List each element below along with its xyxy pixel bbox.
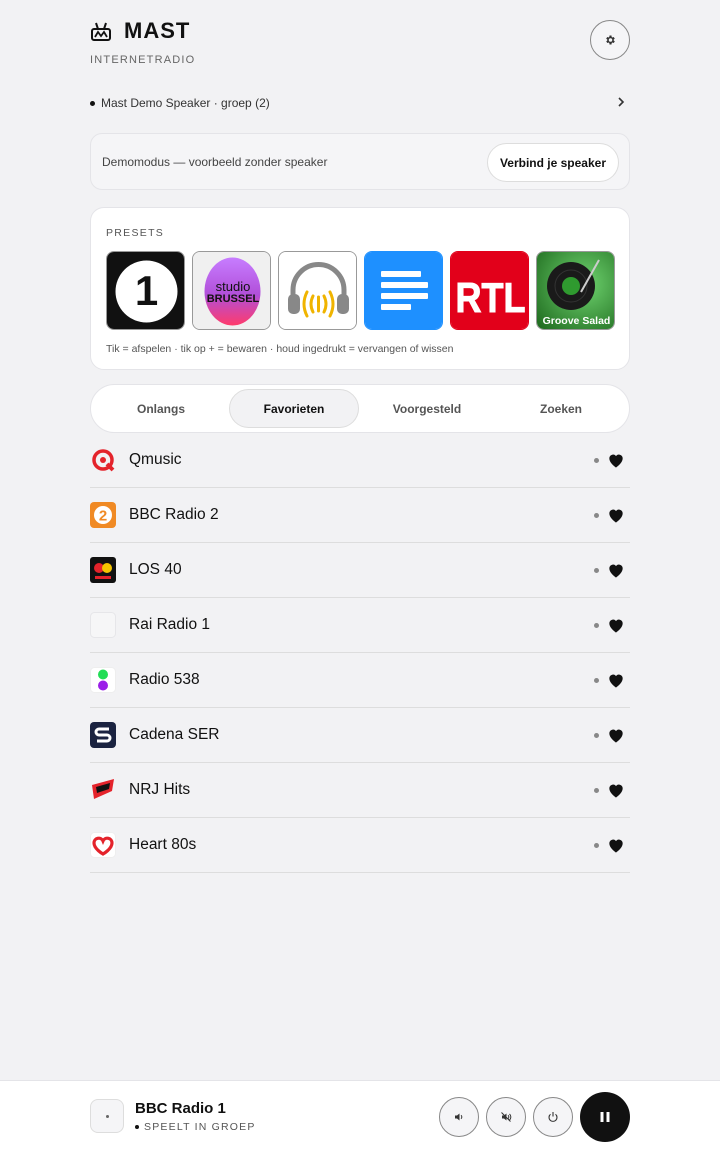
station-row[interactable]: 2 BBC Radio 2 xyxy=(90,488,630,543)
preset-tile-groove-salad[interactable]: Groove Salad xyxy=(536,251,615,330)
status-dot xyxy=(594,678,599,683)
station-row[interactable]: Cadena SER xyxy=(90,708,630,763)
station-name: NRJ Hits xyxy=(129,781,191,798)
tab-bar: Onlangs Favorieten Voorgesteld Zoeken xyxy=(90,384,630,433)
heart-80s-logo-icon xyxy=(90,832,116,858)
heart-icon[interactable] xyxy=(606,835,626,855)
station-name: Radio 538 xyxy=(129,671,200,688)
station-name: Heart 80s xyxy=(129,836,197,853)
cadena-ser-logo-icon xyxy=(90,722,116,748)
mute-icon xyxy=(501,1112,512,1122)
now-playing-title: BBC Radio 1 xyxy=(135,1100,226,1117)
volume-button[interactable] xyxy=(439,1097,479,1137)
app-header: MAST INTERNETRADIO xyxy=(90,18,630,68)
status-dot xyxy=(594,843,599,848)
heart-icon[interactable] xyxy=(606,560,626,580)
app-subtitle: INTERNETRADIO xyxy=(90,54,196,66)
status-dot xyxy=(594,623,599,628)
station-row[interactable]: Heart 80s xyxy=(90,818,630,873)
pause-icon xyxy=(600,1112,610,1122)
station-row[interactable]: Rai Radio 1 xyxy=(90,598,630,653)
station-row[interactable]: NRJ Hits xyxy=(90,763,630,818)
tab-recent[interactable]: Onlangs xyxy=(95,389,227,428)
status-dot xyxy=(594,458,599,463)
presets-card: PRESETS 1 studio BRUSSEL RTL Groove Sala… xyxy=(90,207,630,370)
tab-search[interactable]: Zoeken xyxy=(495,389,627,428)
status-dot xyxy=(90,100,95,106)
preset-logo-text: Groove Salad xyxy=(543,315,611,327)
bbc-radio-2-logo-icon: 2 xyxy=(90,502,116,528)
station-name: LOS 40 xyxy=(129,561,182,578)
radio-logo-icon xyxy=(91,22,111,41)
preset-tile-studio-brussel[interactable]: studio BRUSSEL xyxy=(192,251,271,330)
svg-text:2: 2 xyxy=(99,508,107,525)
deutschlandfunk-logo-icon xyxy=(365,252,442,329)
power-button[interactable] xyxy=(533,1097,573,1137)
mute-button[interactable] xyxy=(486,1097,526,1137)
chevron-right-icon xyxy=(618,97,625,107)
heart-icon[interactable] xyxy=(606,670,626,690)
now-playing-status: SPEELT IN GROEP xyxy=(135,1121,256,1133)
rai-radio-1-logo-icon xyxy=(90,612,116,638)
now-playing-artwork xyxy=(90,1099,124,1133)
los-40-logo-icon xyxy=(90,557,116,583)
app-title: MAST xyxy=(124,18,191,43)
station-name: Cadena SER xyxy=(129,726,220,743)
speaker-label: Mast Demo Speaker · groep (2) xyxy=(101,96,270,110)
preset-tile-bbc-radio-1[interactable]: 1 xyxy=(106,251,185,330)
preset-tile-deutschlandfunk[interactable] xyxy=(364,251,443,330)
preset-logo-text: 1 xyxy=(135,267,158,314)
heart-icon[interactable] xyxy=(606,780,626,800)
qmusic-logo-icon xyxy=(90,447,116,473)
heart-icon[interactable] xyxy=(606,505,626,525)
volume-icon xyxy=(455,1113,463,1121)
pause-button[interactable] xyxy=(580,1092,630,1142)
presets-hint: Tik = afspelen · tik op + = bewaren · ho… xyxy=(106,343,454,355)
station-name: Rai Radio 1 xyxy=(129,616,210,633)
svg-text:BRUSSEL: BRUSSEL xyxy=(207,293,260,305)
studio-brussel-logo-icon: studio BRUSSEL xyxy=(193,252,270,329)
tab-suggested[interactable]: Voorgesteld xyxy=(361,389,493,428)
status-dot xyxy=(594,513,599,518)
groove-salad-logo-icon: Groove Salad xyxy=(537,252,614,329)
station-row[interactable]: Radio 538 xyxy=(90,653,630,708)
favorites-list: Qmusic 2 BBC Radio 2 LOS 40 Rai Radio 1 … xyxy=(90,433,630,873)
power-icon xyxy=(548,1112,558,1122)
status-dot xyxy=(594,788,599,793)
speaker-selector[interactable]: Mast Demo Speaker · groep (2) xyxy=(90,92,630,114)
headphones-icon xyxy=(279,252,356,329)
bbc-radio-1-logo-icon: 1 xyxy=(107,252,184,329)
heart-icon[interactable] xyxy=(606,450,626,470)
radio-538-logo-icon xyxy=(90,667,116,693)
now-playing-status-label: SPEELT IN GROEP xyxy=(144,1121,256,1133)
station-row[interactable]: Qmusic xyxy=(90,433,630,488)
preset-tile-rtl[interactable]: RTL xyxy=(450,251,529,330)
connect-speaker-button[interactable]: Verbind je speaker xyxy=(486,143,619,182)
heart-icon[interactable] xyxy=(606,725,626,745)
station-name: BBC Radio 2 xyxy=(129,506,219,523)
tab-favorites[interactable]: Favorieten xyxy=(229,389,359,428)
station-name: Qmusic xyxy=(129,451,182,468)
gear-icon xyxy=(606,35,615,45)
preset-tile-headphones[interactable] xyxy=(278,251,357,330)
heart-icon[interactable] xyxy=(606,615,626,635)
svg-text:studio: studio xyxy=(216,279,251,294)
rtl-logo-icon: RTL xyxy=(451,252,528,329)
now-playing-bar: BBC Radio 1 SPEELT IN GROEP xyxy=(0,1080,720,1152)
brand: MAST xyxy=(90,18,630,44)
status-dot xyxy=(594,733,599,738)
presets-title: PRESETS xyxy=(106,227,165,239)
nrj-hits-logo-icon xyxy=(90,777,116,803)
status-dot xyxy=(594,568,599,573)
status-dot xyxy=(135,1125,139,1129)
station-row[interactable]: LOS 40 xyxy=(90,543,630,598)
settings-button[interactable] xyxy=(590,20,630,60)
preset-logo-text: RTL xyxy=(456,274,526,321)
demo-mode-text: Demomodus — voorbeeld zonder speaker xyxy=(102,154,328,169)
demo-mode-card: Demomodus — voorbeeld zonder speaker Ver… xyxy=(90,133,630,190)
